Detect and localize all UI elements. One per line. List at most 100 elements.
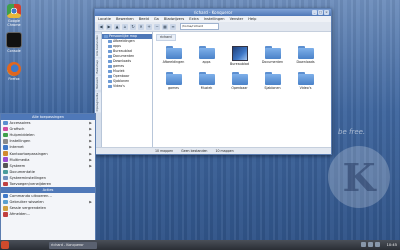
folder-icon — [108, 65, 112, 68]
file-item[interactable]: Video's — [289, 72, 322, 90]
file-item[interactable]: Openbaar — [223, 72, 256, 90]
back-icon[interactable]: ◀ — [98, 23, 104, 30]
menu-bewerken[interactable]: Bewerken — [116, 17, 134, 21]
folder-icon — [108, 40, 112, 43]
start-menu-button[interactable] — [1, 241, 9, 249]
file-item[interactable]: Bureaublad — [223, 46, 256, 66]
forward-icon[interactable]: ▶ — [106, 23, 112, 30]
clock[interactable]: 10:45 — [387, 241, 397, 249]
folder-icon — [264, 72, 281, 85]
app-category-icon — [3, 120, 8, 126]
folder-icon — [231, 72, 248, 85]
file-item[interactable]: Sjablonen — [256, 72, 289, 90]
maximize-button[interactable]: □ — [318, 10, 323, 15]
file-item[interactable]: Afbeeldingen — [157, 46, 190, 66]
app-category-icon — [3, 199, 8, 205]
reload-icon[interactable]: ↻ — [130, 23, 136, 30]
side-tabs: Alle bestanden Basismap Netwerk Opslagme… — [95, 32, 102, 148]
folder-icon — [198, 46, 215, 59]
file-item[interactable]: Documenten — [256, 46, 289, 66]
menu-item[interactable]: Afmelden... — [1, 211, 95, 217]
chrome-icon — [7, 4, 21, 18]
menu-item-label: Kantoortoepassingen — [9, 151, 48, 156]
folder-icon — [264, 46, 281, 59]
app-category-icon — [3, 163, 8, 168]
breadcrumb[interactable]: richard — [156, 34, 176, 41]
sidetab-all-files[interactable]: Alle bestanden — [95, 34, 101, 57]
menu-item-label: Multimedia — [9, 157, 30, 162]
folder-icon — [297, 72, 314, 85]
submenu-arrow-icon: ▶ — [89, 163, 92, 168]
view-icons-icon[interactable]: ▦ — [162, 23, 168, 30]
submenu-arrow-icon: ▶ — [89, 139, 92, 144]
file-grid: Afbeeldingen apps Bureaublad Documenten … — [157, 46, 322, 90]
menu-beeld[interactable]: Beeld — [139, 17, 149, 21]
menu-locatie[interactable]: Locatie — [98, 17, 111, 21]
network-icon[interactable] — [361, 242, 366, 247]
file-manager-window: richard - Konqueror _ □ × Locatie Bewerk… — [94, 8, 332, 155]
up-icon[interactable]: ▲ — [114, 23, 120, 30]
app-category-icon — [3, 181, 8, 187]
menu-ga[interactable]: Ga — [154, 17, 159, 21]
folder-icon — [108, 75, 112, 78]
folder-icon — [104, 35, 108, 38]
menu-item-label: Grafisch — [9, 127, 25, 132]
menu-instellingen[interactable]: Instellingen — [204, 17, 225, 21]
menu-help[interactable]: Help — [248, 17, 256, 21]
stop-icon[interactable]: ✕ — [138, 23, 144, 30]
minimize-button[interactable]: _ — [312, 10, 317, 15]
app-category-icon — [3, 206, 8, 211]
file-item[interactable]: Muziek — [190, 72, 223, 90]
status-bar: 10 mappen Geen bestanden 10 mappen — [95, 147, 331, 154]
view-list-icon[interactable]: ≡ — [170, 23, 176, 30]
location-input[interactable]: /home/richard — [180, 23, 219, 30]
submenu-arrow-icon: ▶ — [89, 200, 92, 205]
battery-icon[interactable] — [375, 242, 380, 247]
file-item[interactable]: apps — [190, 46, 223, 66]
toolbar: ◀ ▶ ▲ ⌂ ↻ ✕ + − ▦ ≡ /home/richard — [95, 22, 331, 32]
window-titlebar[interactable]: richard - Konqueror _ □ × — [95, 9, 331, 16]
menu-item-label: Afmelden... — [9, 212, 31, 217]
desktop-icon-chrome[interactable]: Google Chrome — [3, 4, 25, 27]
app-category-icon — [3, 126, 8, 132]
zoom-in-icon[interactable]: + — [146, 23, 152, 30]
menu-item-label: Internet — [9, 145, 24, 150]
status-folders: 10 mappen — [155, 149, 174, 153]
home-icon[interactable]: ⌂ — [122, 23, 128, 30]
menu-extra[interactable]: Extra — [189, 17, 199, 21]
file-item[interactable]: Downloads — [289, 46, 322, 66]
firefox-icon — [7, 62, 21, 76]
app-category-icon — [3, 132, 8, 138]
menu-item[interactable]: Toevoegen/verwijderen — [1, 181, 95, 187]
menu-venster[interactable]: Venster — [230, 17, 244, 21]
menu-bladwijzers[interactable]: Bladwijzers — [164, 17, 184, 21]
status-total: 10 mappen — [215, 149, 234, 153]
sidetab-home[interactable]: Basismap — [95, 58, 101, 75]
volume-icon[interactable] — [368, 242, 373, 247]
zoom-out-icon[interactable]: − — [154, 23, 160, 30]
file-item[interactable]: games — [157, 72, 190, 90]
app-category-icon — [3, 175, 8, 181]
sidetab-network[interactable]: Netwerk — [95, 76, 101, 91]
taskbar: richard - Konqueror 10:45 — [0, 240, 400, 250]
folder-icon — [165, 46, 182, 59]
submenu-arrow-icon: ▶ — [89, 133, 92, 138]
menu-item-label: Documentatie — [9, 169, 35, 174]
sidetab-storage[interactable]: Opslagmedia — [95, 92, 101, 113]
file-view: richard Afbeeldingen apps Bureaublad Doc… — [153, 32, 331, 148]
app-category-icon — [3, 145, 8, 150]
folder-icon — [108, 45, 112, 48]
app-category-icon — [3, 157, 8, 162]
submenu-arrow-icon: ▶ — [89, 157, 92, 162]
app-category-icon — [3, 151, 8, 156]
menu-item-label: Gebruiker wisselen — [9, 200, 44, 205]
menu-item-label: Toevoegen/verwijderen — [9, 181, 52, 186]
window-title: richard - Konqueror — [193, 10, 233, 15]
desktop-icon-firefox[interactable]: Firefox — [3, 62, 25, 81]
app-category-icon — [3, 193, 8, 199]
tree-item[interactable]: Video's — [102, 84, 152, 89]
status-files: Geen bestanden — [181, 149, 208, 153]
desktop-icon-console[interactable]: Console — [3, 32, 25, 53]
close-button[interactable]: × — [324, 10, 329, 15]
taskbar-task[interactable]: richard - Konqueror — [49, 241, 97, 249]
